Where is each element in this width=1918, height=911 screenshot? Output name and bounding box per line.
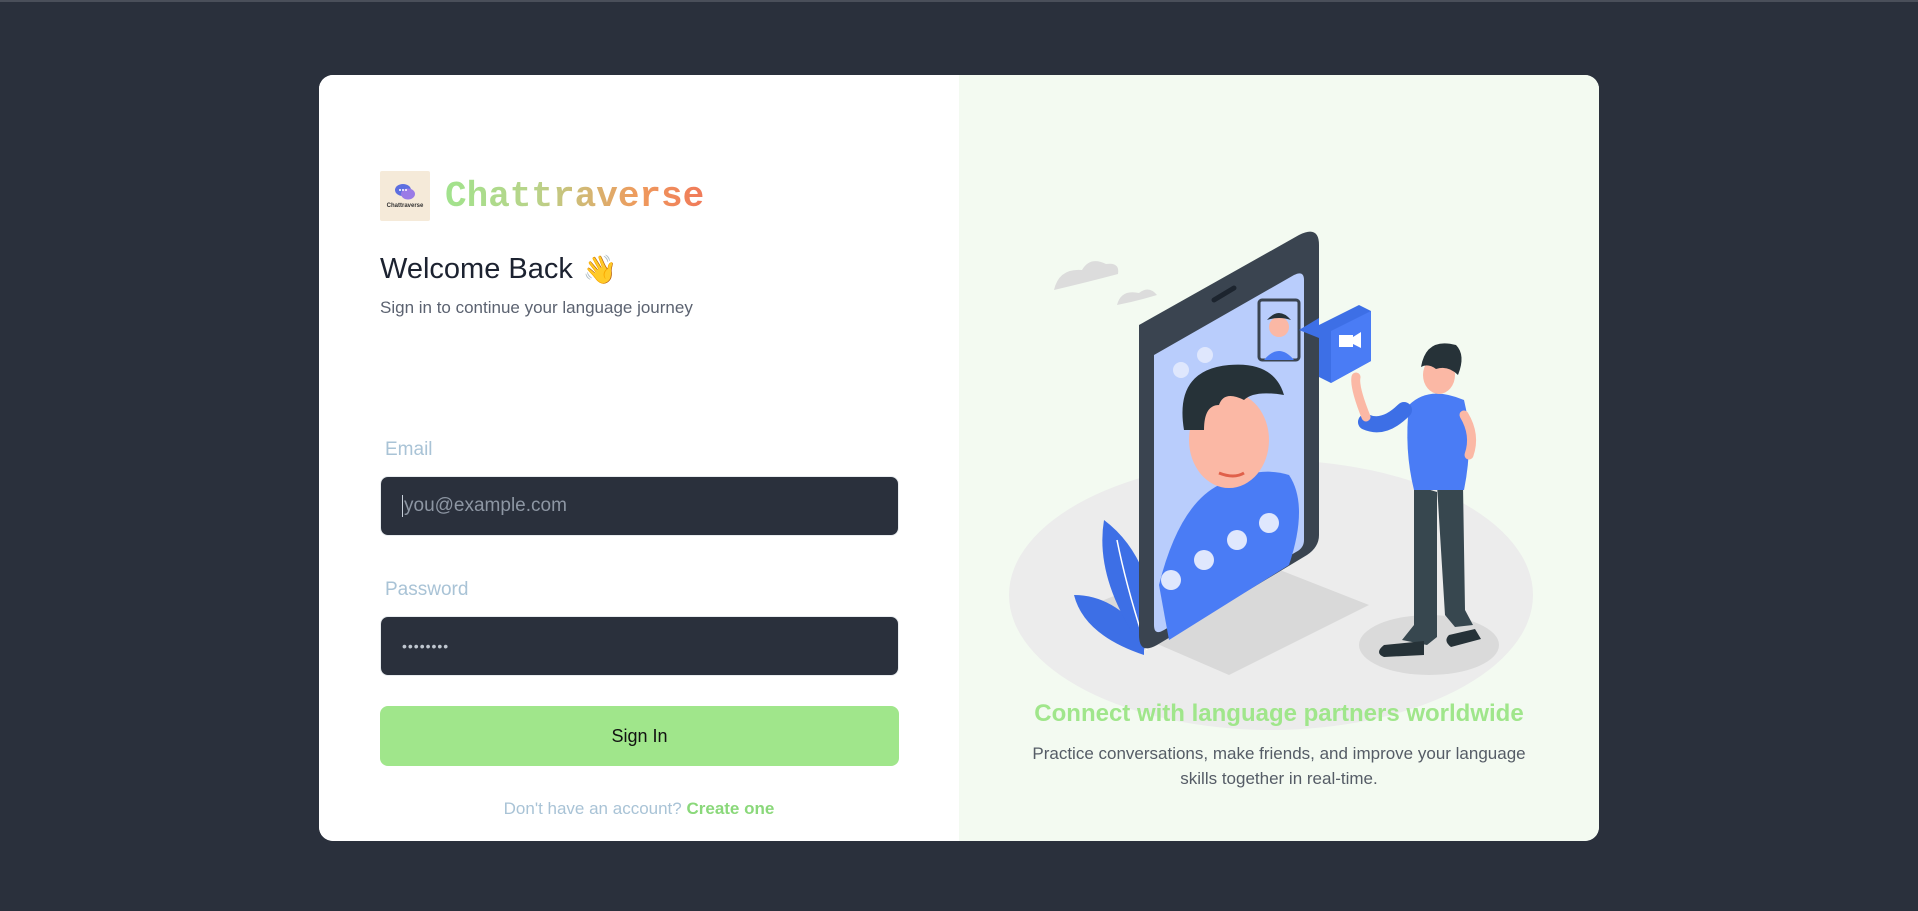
create-account-link[interactable]: Create one <box>686 799 774 818</box>
email-placeholder: you@example.com <box>404 495 567 516</box>
password-value: •••••••• <box>402 638 450 654</box>
brand-name: Chattraverse <box>445 175 705 217</box>
sign-in-button[interactable]: Sign In <box>380 706 899 766</box>
promo-tagline: Connect with language partners worldwide <box>1034 700 1524 727</box>
waving-hand-icon: 👋 <box>582 254 618 285</box>
password-label: Password <box>385 579 469 600</box>
email-field[interactable]: you@example.com <box>380 476 899 536</box>
login-card: Chattraverse Chattraverse Welcome Back 👋… <box>319 75 1599 841</box>
signup-text: Don't have an account? <box>503 799 682 818</box>
window-top-border <box>0 0 1918 2</box>
chat-bubbles-icon <box>395 184 415 200</box>
brand: Chattraverse Chattraverse <box>380 171 704 221</box>
text-caret <box>402 495 403 517</box>
promo-description: Practice conversations, make friends, an… <box>1032 744 1526 788</box>
brand-logo: Chattraverse <box>380 171 430 221</box>
logo-text: Chattraverse <box>386 203 424 209</box>
video-call-illustration <box>1009 231 1533 730</box>
login-subtitle: Sign in to continue your language journe… <box>380 298 693 317</box>
password-field[interactable]: •••••••• <box>380 616 899 676</box>
welcome-title: Welcome Back <box>380 253 573 285</box>
promo-panel: Connect with language partners worldwide… <box>959 75 1599 841</box>
signup-prompt: Don't have an account? Create one <box>319 799 959 819</box>
login-panel: Chattraverse Chattraverse Welcome Back 👋… <box>319 75 959 841</box>
page-title: Welcome Back 👋 <box>380 253 618 286</box>
email-label: Email <box>385 439 433 460</box>
